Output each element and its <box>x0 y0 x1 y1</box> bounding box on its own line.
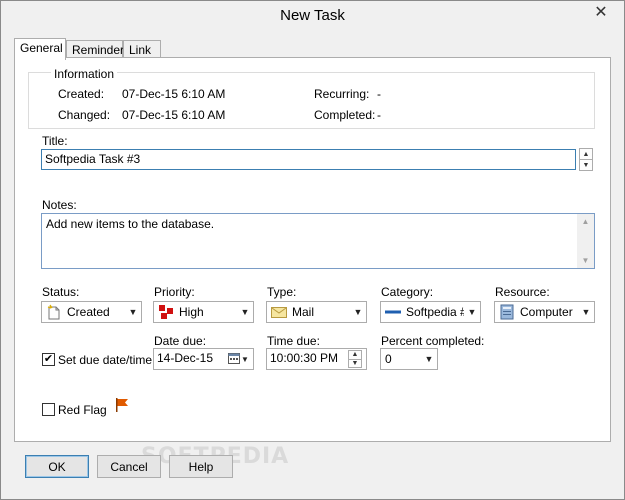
red-blocks-icon <box>157 304 175 320</box>
notes-label: Notes: <box>42 198 77 212</box>
red-flag-label: Red Flag <box>58 403 107 417</box>
red-flag-icon <box>114 397 130 416</box>
changed-value: 07-Dec-15 6:10 AM <box>122 108 226 122</box>
type-dropdown[interactable]: Mail ▼ <box>266 301 367 323</box>
category-label: Category: <box>381 285 434 299</box>
type-value: Mail <box>292 305 315 319</box>
tab-general[interactable]: General <box>14 38 66 60</box>
created-label: Created: <box>58 87 105 101</box>
spin-up-icon[interactable]: ▲ <box>580 149 592 159</box>
changed-label: Changed: <box>58 108 111 122</box>
time-due-label: Time due: <box>267 334 320 348</box>
category-dropdown[interactable]: Softpedia #1 ▼ <box>380 301 481 323</box>
set-due-checkbox[interactable]: ✔ <box>42 353 55 366</box>
time-due-value: 10:00:30 PM <box>270 351 339 365</box>
completed-value: - <box>377 108 381 122</box>
computer-icon <box>498 304 516 320</box>
ok-button[interactable]: OK <box>25 455 89 478</box>
percent-completed-value: 0 <box>385 352 392 366</box>
checkmark-icon: ✔ <box>43 353 54 365</box>
spin-down-icon[interactable]: ▼ <box>349 358 361 368</box>
priority-dropdown[interactable]: High ▼ <box>153 301 254 323</box>
status-label: Status: <box>42 285 80 299</box>
resource-dropdown[interactable]: Computer ▼ <box>494 301 595 323</box>
resource-label: Resource: <box>495 285 550 299</box>
spin-down-icon[interactable]: ▼ <box>580 159 592 170</box>
red-flag-checkbox[interactable] <box>42 403 55 416</box>
status-dropdown[interactable]: Created ▼ <box>41 301 142 323</box>
chevron-down-icon: ▼ <box>353 307 363 317</box>
title-label: Title: <box>42 134 68 148</box>
chevron-down-icon: ▼ <box>240 307 250 317</box>
chevron-down-icon: ▼ <box>467 307 477 317</box>
set-due-label: Set due date/time <box>58 353 153 367</box>
cancel-button[interactable]: Cancel <box>97 455 161 478</box>
recurring-label: Recurring: <box>314 87 370 101</box>
calendar-dropdown-button[interactable]: ▼ <box>228 352 250 367</box>
information-legend: Information <box>51 67 118 81</box>
calendar-icon <box>228 352 240 367</box>
resource-value: Computer <box>520 305 573 319</box>
chevron-down-icon: ▼ <box>241 355 249 364</box>
priority-label: Priority: <box>154 285 195 299</box>
priority-value: High <box>179 305 204 319</box>
scroll-down-icon[interactable]: ▼ <box>582 256 590 265</box>
title-bar: New Task ✕ <box>1 1 624 31</box>
close-icon: ✕ <box>594 4 608 21</box>
chevron-down-icon: ▼ <box>424 354 434 364</box>
envelope-icon <box>270 304 288 320</box>
notes-scrollbar[interactable]: ▲ ▼ <box>577 214 594 268</box>
window-title: New Task <box>280 7 345 24</box>
chevron-down-icon: ▼ <box>581 307 591 317</box>
completed-label: Completed: <box>314 108 376 122</box>
percent-completed-dropdown[interactable]: 0 ▼ <box>380 348 438 370</box>
scroll-up-icon[interactable]: ▲ <box>582 217 590 226</box>
status-value: Created <box>67 305 110 319</box>
date-due-value: 14-Dec-15 <box>157 351 214 365</box>
recurring-value: - <box>377 87 381 101</box>
notes-text: Add new items to the database. <box>46 217 215 231</box>
category-value: Softpedia #1 <box>406 305 464 319</box>
percent-completed-label: Percent completed: <box>381 334 485 348</box>
time-spinner[interactable]: ▲ ▼ <box>348 350 362 368</box>
close-button[interactable]: ✕ <box>584 2 618 22</box>
title-input[interactable]: Softpedia Task #3 <box>41 149 576 170</box>
chevron-down-icon: ▼ <box>128 307 138 317</box>
blue-line-icon <box>384 304 402 320</box>
spin-up-icon[interactable]: ▲ <box>349 351 361 359</box>
new-item-icon <box>45 304 63 320</box>
notes-textarea[interactable]: Add new items to the database. <box>41 213 595 269</box>
type-label: Type: <box>267 285 297 299</box>
help-button[interactable]: Help <box>169 455 233 478</box>
created-value: 07-Dec-15 6:10 AM <box>122 87 226 101</box>
title-spinner[interactable]: ▲ ▼ <box>579 148 593 171</box>
new-task-dialog: New Task ✕ General Reminder Link Informa… <box>0 0 625 500</box>
date-due-label: Date due: <box>154 334 207 348</box>
